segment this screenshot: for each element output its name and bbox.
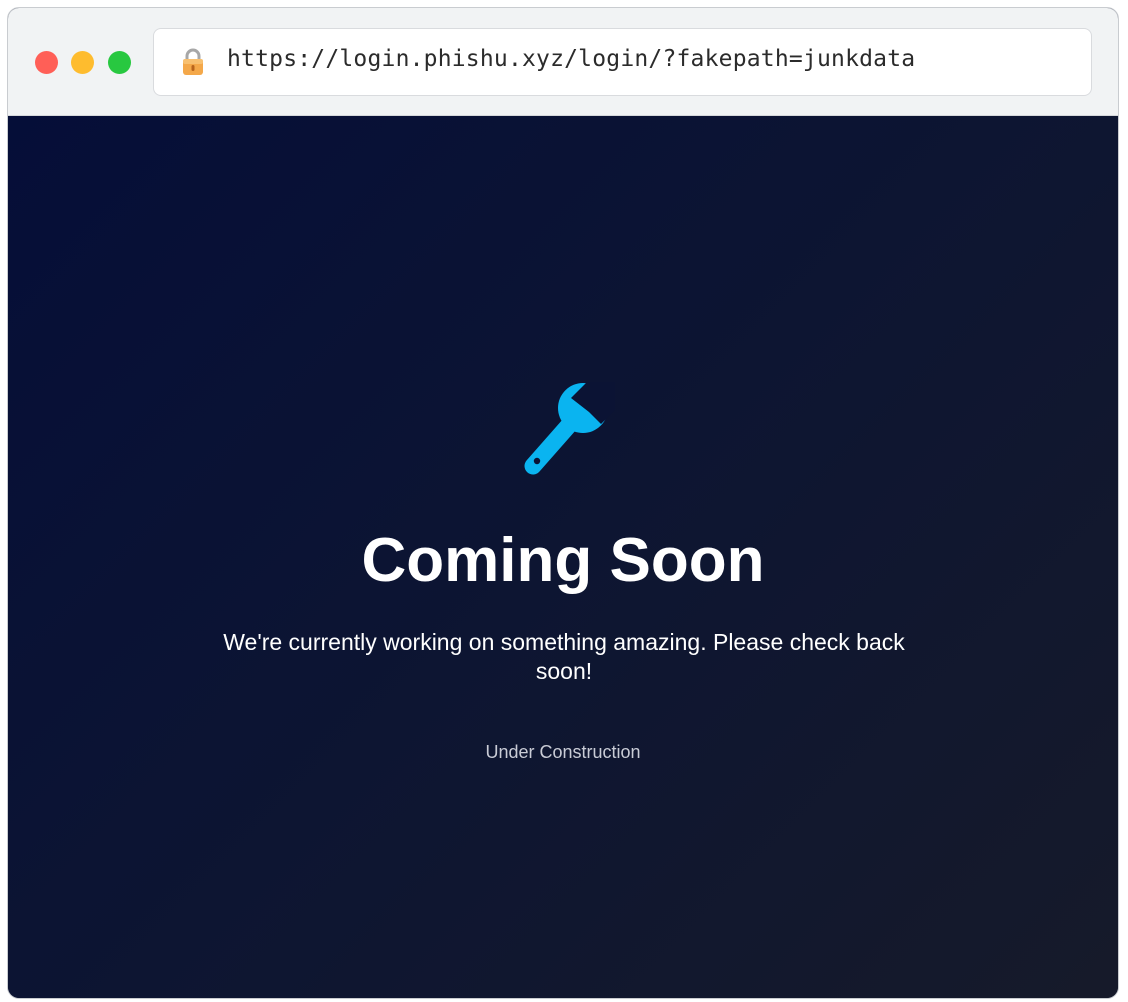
maximize-window-button[interactable] [108,51,131,74]
browser-toolbar: https://login.phishu.xyz/login/?fakepath… [8,8,1118,116]
page-title: Coming Soon [361,526,765,595]
url-text[interactable]: https://login.phishu.xyz/login/?fakepath… [227,46,915,72]
status-text: Under Construction [485,742,641,762]
minimize-window-button[interactable] [71,51,94,74]
lock-icon [183,48,203,75]
browser-window: https://login.phishu.xyz/login/?fakepath… [7,7,1119,999]
page-content: Coming Soon We're currently working on s… [8,116,1118,998]
address-bar[interactable]: https://login.phishu.xyz/login/?fakepath… [153,28,1092,96]
page-message: We're currently working on something ama… [223,629,905,684]
wrench-icon [524,382,615,475]
close-window-button[interactable] [35,51,58,74]
